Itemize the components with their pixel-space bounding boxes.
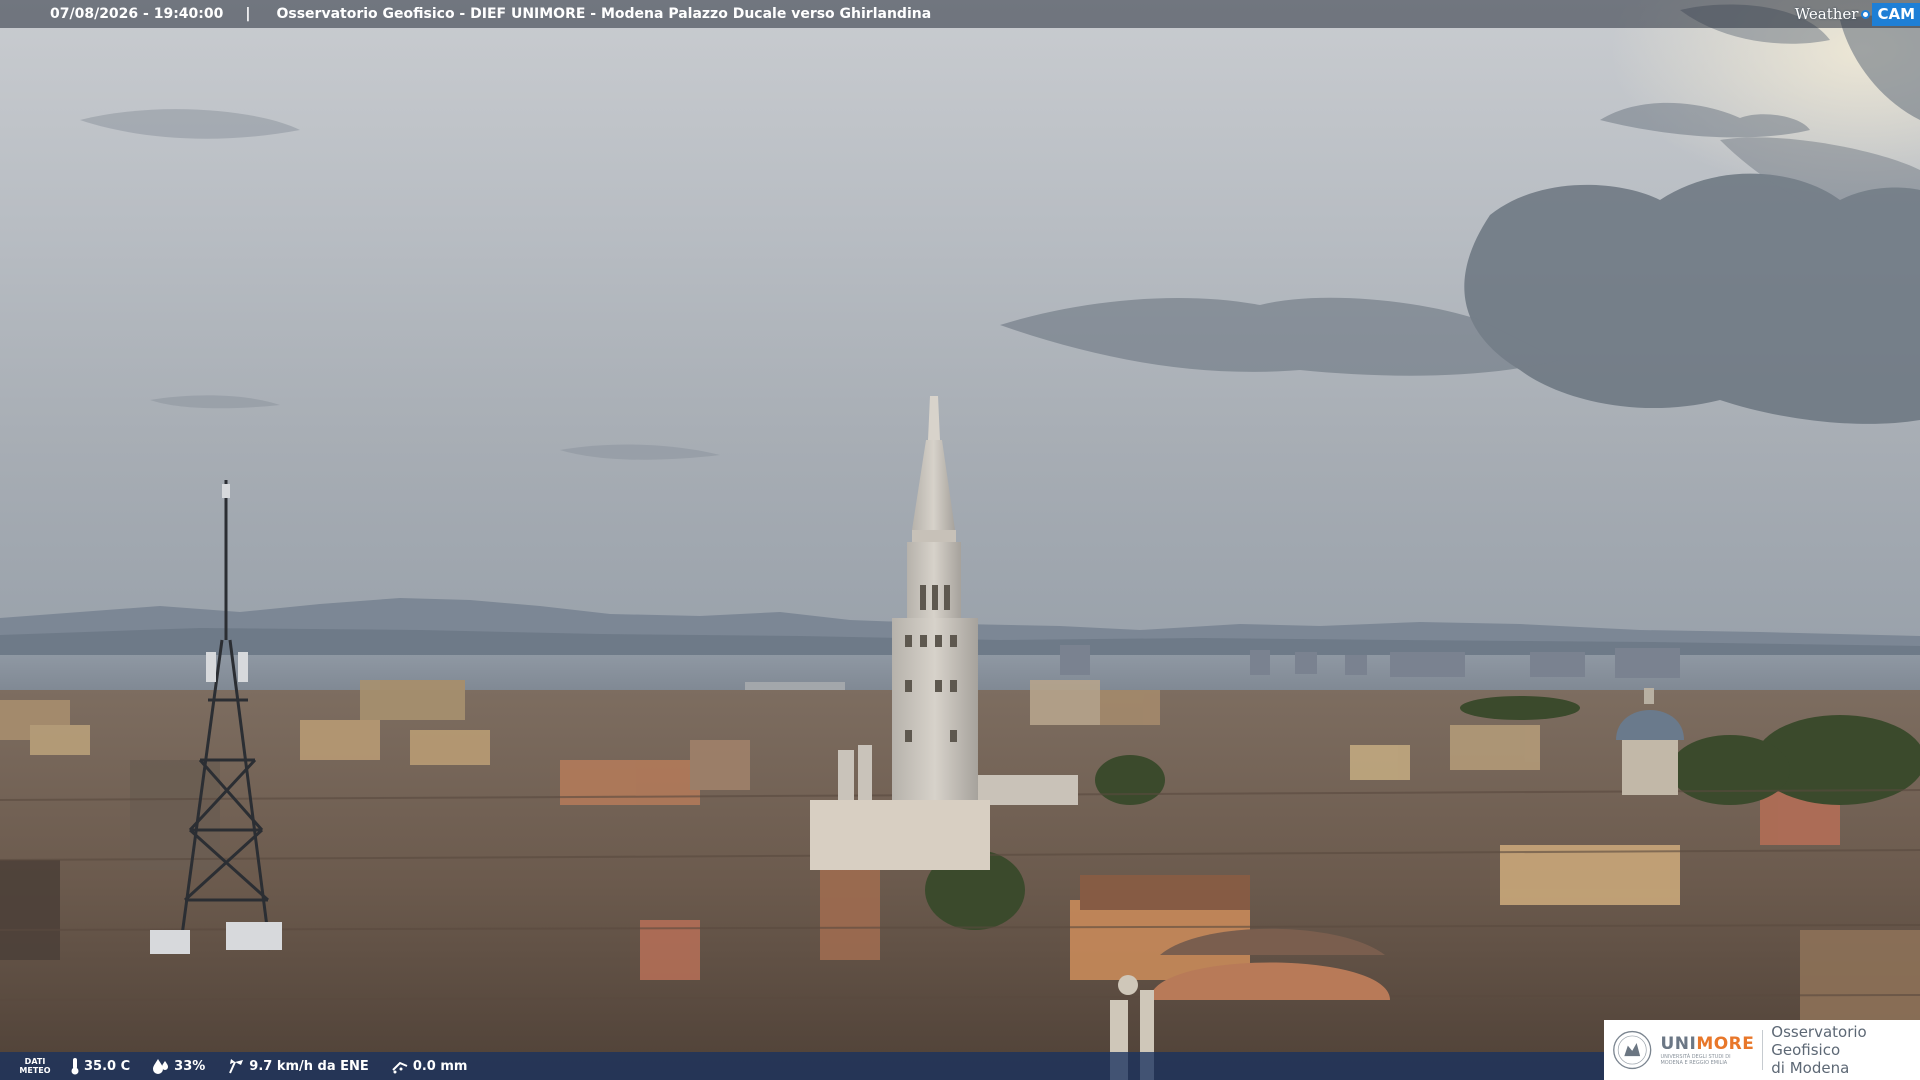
unimore-observatory-logo: UNIMORE UNIVERSITÀ DEGLI STUDI DI MODENA… <box>1604 1020 1920 1080</box>
wind-metric: 9.7 km/h da ENE <box>227 1058 369 1074</box>
humidity-drop-icon <box>153 1059 169 1074</box>
wind-value: 9.7 km/h da ENE <box>249 1058 369 1074</box>
top-caption-bar: 07/08/2026 - 19:40:00 | Osservatorio Geo… <box>0 0 1920 28</box>
unimore-subtitle: UNIVERSITÀ DEGLI STUDI DI MODENA E REGGI… <box>1660 1054 1731 1066</box>
humidity-metric: 33% <box>152 1058 205 1074</box>
weathercam-logo: Weather CAM <box>1795 0 1920 28</box>
thermometer-icon <box>71 1058 79 1075</box>
unimore-name: UNIMORE <box>1660 1034 1754 1054</box>
university-seal-icon <box>1613 1030 1652 1070</box>
weather-data-strip: DATI METEO 35.0 C 33% 9.7 km/h da ENE 0.… <box>0 1052 1605 1080</box>
rain-value: 0.0 mm <box>412 1058 468 1074</box>
weathercam-dot-icon <box>1861 9 1871 19</box>
logo-divider <box>1762 1030 1764 1070</box>
humidity-value: 33% <box>174 1058 206 1074</box>
rain-metric: 0.0 mm <box>391 1058 468 1074</box>
osservatorio-text: Osservatorio Geofisico di Modena <box>1771 1023 1920 1077</box>
dati-label-line1: DATI <box>24 1057 46 1066</box>
rain-icon <box>392 1061 408 1074</box>
dati-label-line2: METEO <box>19 1066 51 1075</box>
unimore-name-more: MORE <box>1696 1034 1755 1054</box>
webcam-photo <box>0 0 1920 1080</box>
temperature-value: 35.0 C <box>84 1058 131 1074</box>
dati-meteo-label: DATI METEO <box>0 1057 70 1075</box>
osservatorio-line2: di Modena <box>1771 1059 1850 1077</box>
weathercam-weather-text: Weather <box>1794 5 1859 23</box>
caption-separator: | <box>245 6 251 22</box>
temperature-metric: 35.0 C <box>70 1057 130 1075</box>
unimore-wordmark: UNIMORE UNIVERSITÀ DEGLI STUDI DI MODENA… <box>1660 1034 1754 1066</box>
camera-caption: Osservatorio Geofisico - DIEF UNIMORE - … <box>276 6 932 22</box>
wind-icon <box>229 1059 244 1074</box>
unimore-name-uni: UNI <box>1660 1034 1697 1054</box>
weathercam-cam-text: CAM <box>1872 2 1920 26</box>
timestamp: 07/08/2026 - 19:40:00 <box>50 6 224 22</box>
osservatorio-line1: Osservatorio Geofisico <box>1771 1023 1867 1059</box>
